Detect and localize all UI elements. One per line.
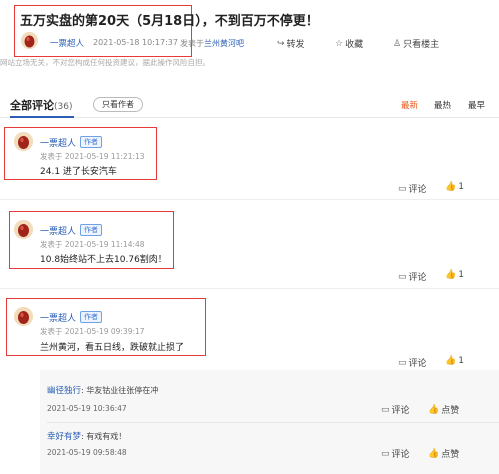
like-count: 1	[458, 356, 464, 366]
author-badge: 作者	[80, 311, 102, 323]
comment-icon: ▭	[381, 404, 390, 415]
comment-avatar[interactable]	[14, 307, 33, 326]
thumbs-up-icon: 👍	[445, 356, 457, 366]
like-button[interactable]: 👍 1	[445, 356, 464, 366]
star-icon: ☆	[335, 38, 344, 49]
comment-time: 发表于 2021-05-19 11:14:48	[40, 240, 145, 249]
user-icon: ♙	[393, 38, 402, 49]
favorite-button[interactable]: ☆ 收藏	[335, 37, 364, 51]
post-published-in: 发表于兰州黄河吧	[180, 38, 244, 49]
reply-label: 评论	[408, 185, 427, 195]
reply-divider	[47, 422, 499, 423]
only-host-button[interactable]: ♙ 只看楼主	[393, 37, 440, 51]
post-time: 2021-05-18 10:17:37	[93, 38, 178, 47]
thumbs-up-icon: 👍	[428, 448, 440, 459]
section-divider	[0, 117, 499, 118]
comment-reply-button[interactable]: ▭ 评论	[398, 270, 427, 284]
thumbs-up-icon: 👍	[445, 182, 457, 192]
reply-comment-button[interactable]: ▭ 评论	[381, 403, 410, 417]
avatar[interactable]	[21, 32, 38, 49]
like-count: 1	[458, 270, 464, 280]
comments-title-label: 全部评论	[10, 99, 54, 112]
reply-comment-label: 评论	[391, 406, 410, 416]
comment-text: 24.1 进了长安汽车	[40, 167, 117, 177]
comment-username[interactable]: 一票超人	[40, 311, 76, 324]
reply-label: 评论	[408, 273, 427, 283]
reply-comment-label: 评论	[391, 450, 410, 460]
reply-like-button[interactable]: 👍 点赞	[428, 403, 460, 417]
reply-username[interactable]: 幸好有梦	[47, 432, 81, 442]
reply-text: 有戏有戏！	[86, 432, 127, 441]
comments-count: (36)	[54, 102, 73, 112]
post-author-link[interactable]: 一票超人	[50, 37, 84, 49]
like-button[interactable]: 👍 1	[445, 270, 464, 280]
page-title: 五万实盘的第20天（5月18日），不到百万不停更！	[20, 14, 319, 29]
comment-username[interactable]: 一票超人	[40, 224, 76, 237]
comment-time: 发表于 2021-05-19 11:21:13	[40, 152, 145, 161]
thumbs-up-icon: 👍	[428, 404, 440, 415]
author-badge: 作者	[80, 224, 102, 236]
sort-oldest-tab[interactable]: 最早	[468, 99, 485, 111]
comment-icon: ▭	[381, 448, 390, 459]
comment-text: 10.8始终站不上去10.76割肉！	[40, 255, 167, 265]
sort-hot-tab[interactable]: 最热	[434, 99, 451, 111]
author-badge: 作者	[80, 136, 102, 148]
reply-like-label: 点赞	[441, 450, 460, 460]
comment-reply-button[interactable]: ▭ 评论	[398, 356, 427, 370]
share-button[interactable]: ↪ 转发	[277, 37, 305, 51]
comment-username[interactable]: 一票超人	[40, 136, 76, 149]
like-button[interactable]: 👍 1	[445, 182, 464, 192]
reply-label: 评论	[408, 359, 427, 369]
reply-like-label: 点赞	[441, 406, 460, 416]
thumbs-up-icon: 👍	[445, 270, 457, 280]
like-count: 1	[458, 182, 464, 192]
reply-comment-button[interactable]: ▭ 评论	[381, 447, 410, 461]
favorite-label: 收藏	[345, 40, 364, 50]
reply-text: 华友钴业往张停在冲	[86, 386, 159, 395]
comment-reply-button[interactable]: ▭ 评论	[398, 182, 427, 196]
share-icon: ↪	[277, 38, 285, 49]
comment-icon: ▭	[398, 183, 407, 194]
published-label: 发表于	[180, 39, 204, 48]
reply-like-button[interactable]: 👍 点赞	[428, 447, 460, 461]
share-label: 转发	[286, 40, 305, 50]
forum-link[interactable]: 兰州黄河吧	[204, 39, 244, 48]
comment-avatar[interactable]	[14, 220, 33, 239]
reply-item: 幸好有梦: 有戏有戏！	[47, 432, 127, 442]
reply-item: 幽径独行: 华友钴业往张停在冲	[47, 386, 159, 396]
comments-title: 全部评论(36)	[10, 97, 72, 113]
disclaimer-text: 网站立场无关，不对您构成任何投资建议，据此操作风险自担。	[0, 58, 210, 67]
reply-time: 2021-05-19 09:58:48	[47, 448, 127, 457]
comment-icon: ▭	[398, 357, 407, 368]
comment-icon: ▭	[398, 271, 407, 282]
active-tab-underline	[10, 116, 74, 118]
comment-divider	[0, 288, 499, 289]
reply-username[interactable]: 幽径独行	[47, 386, 81, 396]
sort-latest-tab[interactable]: 最新	[401, 99, 418, 111]
only-host-label: 只看楼主	[403, 40, 440, 50]
comment-avatar[interactable]	[14, 132, 33, 151]
comment-text: 兰州黄河，看五日线，跌破就止损了	[40, 343, 185, 353]
only-author-button[interactable]: 只看作者	[93, 97, 143, 112]
comment-time: 发表于 2021-05-19 09:39:17	[40, 327, 145, 336]
comment-divider	[0, 199, 499, 200]
reply-time: 2021-05-19 10:36:47	[47, 404, 127, 413]
